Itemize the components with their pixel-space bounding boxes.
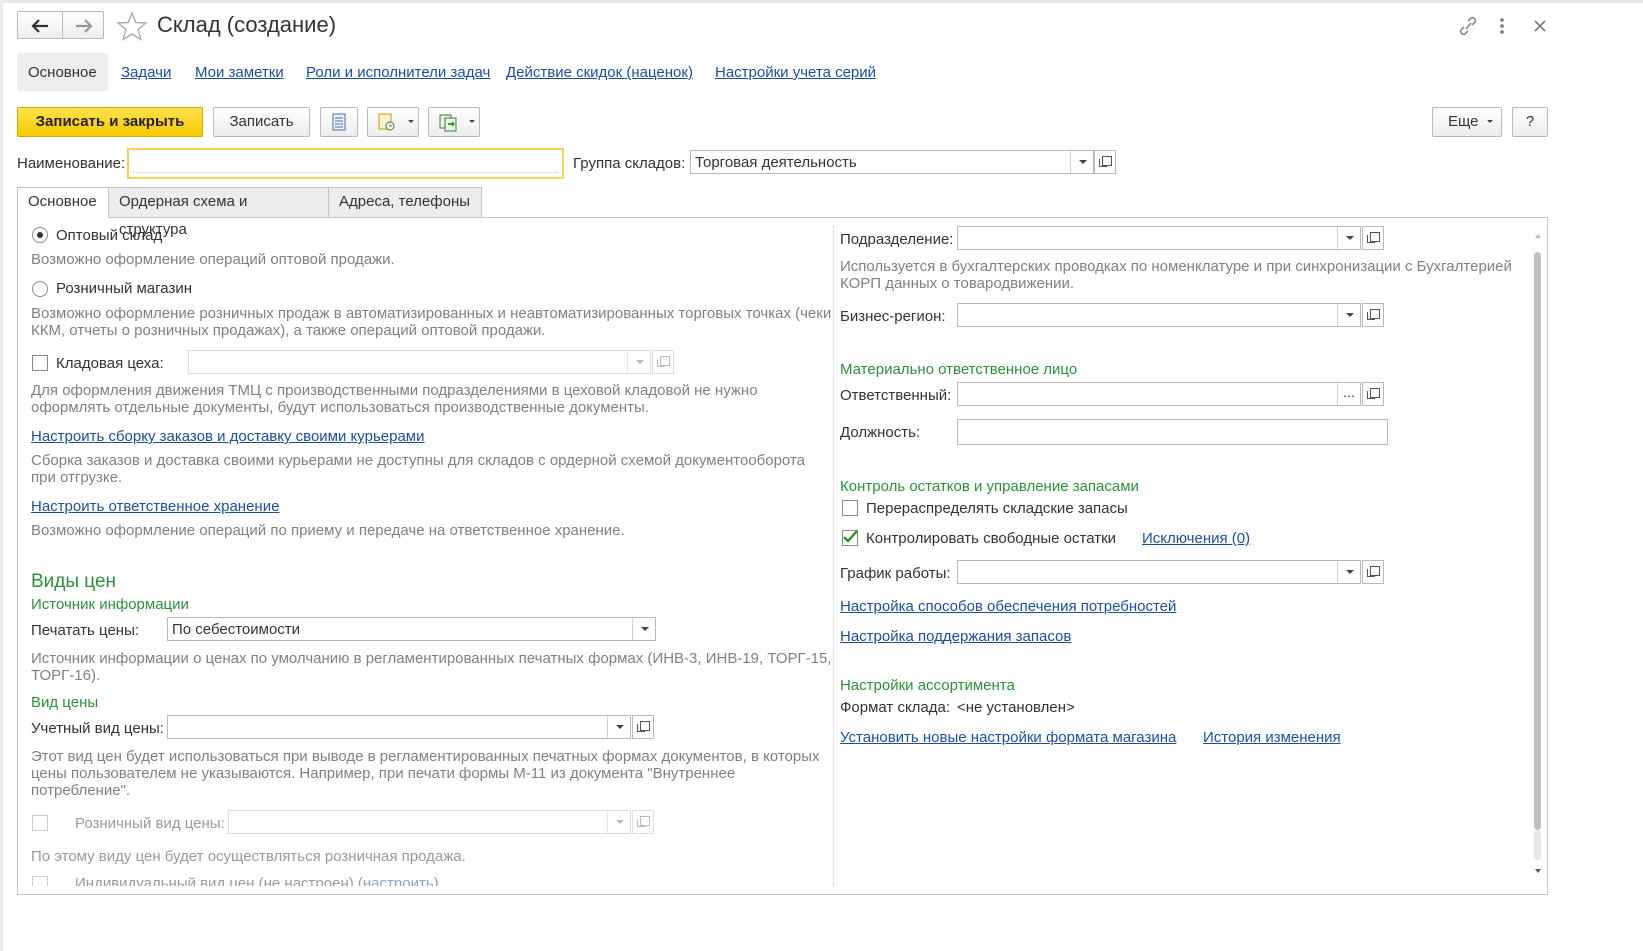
price-type-title: Вид цены (31, 694, 99, 711)
retail-radio[interactable] (32, 281, 48, 297)
account-price-open-button[interactable] (632, 715, 654, 739)
chevron-down-icon (607, 811, 630, 833)
stock-title: Контроль остатков и управление запасами (840, 478, 1139, 495)
reserve-settings-link[interactable]: Настройка поддержания запасов (840, 628, 1071, 645)
account-price-hint-line1: Этот вид цен будет использоваться при вы… (31, 748, 820, 765)
workshop-select (188, 350, 651, 374)
format-label: Формат склада: (840, 699, 951, 716)
workshop-hint-line2: оформлять отдельные документы, будут исп… (31, 399, 650, 416)
control-free-label[interactable]: Контролировать свободные остатки (866, 530, 1116, 547)
region-select[interactable] (957, 303, 1361, 327)
retail-price-label: Розничный вид цены: (75, 815, 225, 832)
account-price-hint-line3: потребление". (31, 782, 131, 799)
needs-settings-link[interactable]: Настройка способов обеспечения потребнос… (840, 598, 1176, 615)
division-open-button[interactable] (1362, 226, 1384, 250)
division-select[interactable] (957, 226, 1361, 250)
schedule-label: График работы: (840, 565, 951, 582)
format-value: <не установлен> (957, 699, 1075, 716)
ellipsis-icon[interactable]: ... (1337, 383, 1360, 405)
individual-price-configure-link[interactable]: настроить (363, 875, 434, 886)
print-prices-select[interactable]: По себестоимости (167, 617, 656, 641)
position-label: Должность: (840, 424, 921, 441)
history-link[interactable]: История изменения (1203, 729, 1341, 746)
retail-price-checkbox (32, 815, 48, 831)
account-price-select[interactable] (167, 715, 631, 739)
print-prices-value: По себестоимости (172, 621, 301, 638)
storage-settings-link[interactable]: Настроить ответственное хранение (31, 498, 279, 515)
retail-price-select (228, 810, 631, 834)
region-label: Бизнес-регион: (840, 308, 946, 325)
retail-price-open-button (632, 810, 654, 834)
responsible-open-button[interactable] (1362, 382, 1384, 406)
retail-price-hint: По этому виду цен будет осуществляться р… (31, 848, 466, 865)
region-open-button[interactable] (1362, 303, 1384, 327)
schedule-select[interactable] (957, 560, 1361, 584)
division-hint-line2: КОРП данных о товародвижении. (840, 275, 1075, 292)
individual-price-label: Индивидуальный вид цен (не настроен) ( (75, 875, 363, 886)
checkmark-icon (843, 530, 858, 543)
control-free-checkbox[interactable] (842, 530, 858, 546)
individual-price-clip: Индивидуальный вид цен (не настроен) (на… (20, 870, 820, 886)
chevron-down-icon[interactable] (1337, 304, 1360, 326)
courier-settings-link[interactable]: Настроить сборку заказов и доставку свои… (31, 428, 424, 445)
individual-price-row: Индивидуальный вид цен (не настроен) (на… (75, 875, 439, 886)
format-settings-link[interactable]: Установить новые настройки формата магаз… (840, 729, 1176, 746)
workshop-open-button (652, 350, 674, 374)
retail-label[interactable]: Розничный магазин (56, 280, 192, 297)
responsible-title: Материально ответственное лицо (840, 361, 1078, 378)
individual-price-checkbox (32, 876, 48, 886)
chevron-down-icon (627, 351, 650, 373)
wholesale-radio[interactable] (32, 227, 48, 243)
chevron-down-icon[interactable] (1337, 227, 1360, 249)
chevron-down-icon[interactable] (1337, 561, 1360, 583)
retail-hint-line2: ККМ, отчеты о розничных продажах), а так… (31, 322, 546, 339)
division-label: Подразделение: (840, 231, 954, 248)
wholesale-hint: Возможно оформление операций оптовой про… (31, 251, 395, 268)
courier-hint-line2: при отгрузке. (31, 469, 123, 486)
source-hint-line2: ТОРГ-16). (31, 667, 101, 684)
position-input[interactable] (957, 419, 1388, 445)
exceptions-link[interactable]: Исключения (0) (1142, 530, 1250, 547)
chevron-down-icon[interactable] (607, 716, 630, 738)
workshop-label[interactable]: Кладовая цеха: (56, 355, 164, 372)
storage-hint: Возможно оформление операций по приему и… (31, 522, 625, 539)
redistribute-checkbox[interactable] (842, 500, 858, 516)
account-price-label: Учетный вид цены: (31, 720, 164, 737)
price-types-title: Виды цен (31, 571, 117, 592)
redistribute-label[interactable]: Перераспределять складские запасы (866, 500, 1128, 517)
account-price-hint-line2: цены пользователем не указываются. Напри… (31, 765, 736, 782)
schedule-open-button[interactable] (1362, 560, 1384, 584)
responsible-label: Ответственный: (840, 387, 952, 404)
print-prices-label: Печатать цены: (31, 622, 140, 639)
retail-hint-line1: Возможно оформление розничных продаж в а… (31, 305, 832, 322)
wholesale-label[interactable]: Оптовый склад (56, 227, 162, 244)
courier-hint-line1: Сборка заказов и доставка своими курьера… (31, 452, 805, 469)
chevron-down-icon[interactable] (632, 618, 655, 640)
workshop-checkbox[interactable] (32, 355, 48, 371)
source-title: Источник информации (31, 596, 189, 613)
division-hint-line1: Используется в бухгалтерских проводках п… (840, 258, 1512, 275)
assortment-title: Настройки ассортимента (840, 677, 1015, 694)
workshop-hint-line1: Для оформления движения ТМЦ с производст… (31, 382, 758, 399)
responsible-select[interactable]: ... (957, 382, 1361, 406)
source-hint-line1: Источник информации о ценах по умолчанию… (31, 650, 832, 667)
individual-price-end: ) (433, 875, 439, 886)
